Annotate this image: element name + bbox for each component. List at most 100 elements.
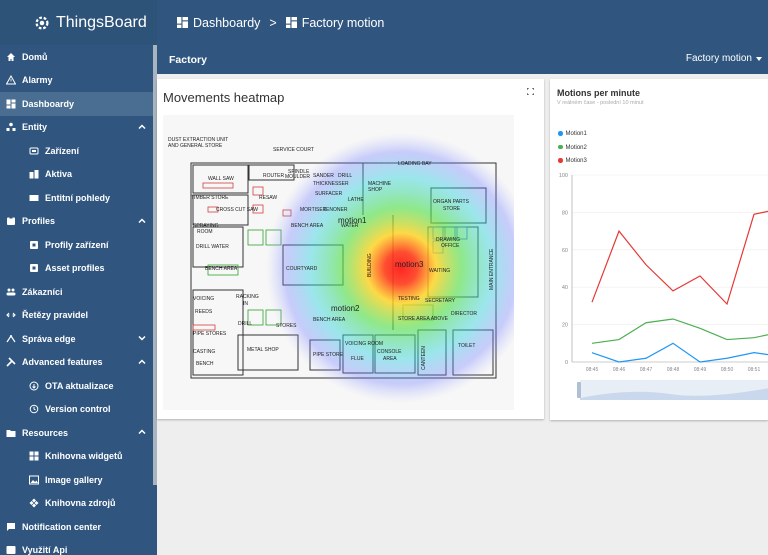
label-dust2: AND GENERAL STORE — [168, 143, 223, 149]
breadcrumb-current: Factory motion — [301, 15, 385, 30]
profiles-icon — [6, 216, 16, 226]
sidebar-item-asset-profiles[interactable]: Asset profiles — [0, 257, 157, 281]
marker-motion2[interactable]: motion2 — [331, 304, 360, 313]
sidebar-item-advanced-features[interactable]: Advanced features — [0, 351, 157, 375]
sidebar-item-aktiva[interactable]: Aktiva — [0, 163, 157, 187]
sidebar-item-vyu-it-api[interactable]: Využití Api — [0, 539, 157, 555]
sidebar-item-entity[interactable]: Entity — [0, 116, 157, 140]
label-thicknesser: THICKNESSER — [313, 181, 349, 187]
chevron-up-icon[interactable] — [137, 427, 147, 437]
heatmap-widget: Movements heatmap DUST EXTRACTION UNIT A… — [157, 79, 544, 419]
breadcrumb-separator: > — [269, 15, 277, 30]
label-metal-shop: METAL SHOP — [247, 347, 279, 353]
sidebar-item-spr-va-edge[interactable]: Správa edge — [0, 327, 157, 351]
y-tick-label: 100 — [559, 173, 568, 179]
label-office: OFFICE — [441, 243, 460, 249]
sidebar-item-knihovna-widget[interactable]: Knihovna widgetů — [0, 445, 157, 469]
marker-motion1[interactable]: motion1 — [338, 216, 367, 225]
label-pipe-store: PIPE STORE — [313, 352, 344, 358]
legend-item[interactable]: Motion3 — [558, 155, 587, 169]
asset-profile-icon — [29, 263, 39, 273]
sidebar-item-et-zy-pravidel[interactable]: Řetězy pravidel — [0, 304, 157, 328]
sidebar-item-label: Entitní pohledy — [45, 192, 110, 203]
sidebar-item-entitn-pohledy[interactable]: Entitní pohledy — [0, 186, 157, 210]
series-line-motion1 — [591, 342, 768, 363]
tools-icon — [6, 357, 16, 367]
label-store-area: STORE AREA ABOVE — [398, 316, 449, 322]
home-icon — [6, 52, 16, 62]
label-timber: TIMBER STORE — [191, 195, 229, 201]
label-voicing-room: VOICING ROOM — [345, 341, 383, 347]
sidebar-item-label: Dashboardy — [22, 98, 75, 109]
label-loading: LOADING BAY — [398, 161, 432, 167]
chevron-up-icon[interactable] — [137, 122, 147, 132]
series-line-motion3 — [591, 210, 768, 306]
sidebar-item-label: Version control — [45, 404, 111, 415]
label-console: CONSOLE — [377, 349, 402, 355]
sidebar-item-profily-za-zen[interactable]: Profily zařízení — [0, 233, 157, 257]
state-select[interactable]: Factory motion — [686, 53, 762, 64]
label-lathe: LATHE — [348, 197, 364, 203]
sidebar-item-dom[interactable]: Domů — [0, 45, 157, 69]
chevron-up-icon[interactable] — [137, 216, 147, 226]
sidebar-item-image-gallery[interactable]: Image gallery — [0, 468, 157, 492]
fullscreen-icon[interactable] — [527, 88, 534, 95]
sidebar-item-label: Resources — [22, 427, 69, 438]
floor-plan-heatmap: DUST EXTRACTION UNIT AND GENERAL STORE S… — [163, 115, 514, 410]
chart-legend: Motion1 Motion2 Motion3 — [558, 128, 587, 169]
widget-title: Movements heatmap — [163, 90, 285, 105]
chevron-up-icon[interactable] — [137, 357, 147, 367]
dashboard-icon — [285, 17, 297, 28]
resources-icon — [29, 498, 39, 508]
sidebar-item-resources[interactable]: Resources — [0, 421, 157, 445]
legend-item[interactable]: Motion2 — [558, 142, 587, 156]
label-toilet: TOILET — [458, 343, 475, 349]
label-moulder: MOULDER — [285, 174, 310, 180]
sidebar-item-label: Správa edge — [22, 333, 76, 344]
label-flue: FLUE — [351, 356, 364, 362]
dashboard-icon — [6, 99, 16, 109]
sidebar-item-label: Alarmy — [22, 75, 53, 86]
asset-icon — [29, 169, 39, 179]
sidebar-item-label: Řetězy pravidel — [22, 310, 89, 321]
sidebar-item-version-control[interactable]: Version control — [0, 398, 157, 422]
label-bench-area-2: BENCH AREA — [313, 317, 346, 323]
x-tick-label: 08:49 — [694, 367, 707, 373]
sidebar-item-za-zen[interactable]: Zařízení — [0, 139, 157, 163]
chart-title: Motions per minute — [557, 88, 640, 98]
legend-dot-icon — [558, 158, 563, 163]
breadcrumb-dashboards[interactable]: Dashboardy — [193, 16, 260, 30]
motions-chart-widget: Motions per minute V reálném čase - posl… — [550, 79, 768, 420]
thingsboard-logo-icon — [35, 15, 49, 30]
legend-item[interactable]: Motion1 — [558, 128, 587, 142]
image-icon — [29, 475, 39, 485]
sidebar-item-profiles[interactable]: Profiles — [0, 210, 157, 234]
marker-motion3[interactable]: motion3 — [395, 260, 424, 269]
label-bench-area-top: BENCH AREA — [291, 223, 324, 229]
sidebar-item-knihovna-zdroj[interactable]: Knihovna zdrojů — [0, 492, 157, 516]
label-cross-cut: CROSS CUT SAW — [216, 207, 258, 213]
entity-view-icon — [29, 193, 39, 203]
label-testing: TESTING — [398, 296, 420, 302]
sidebar-item-label: Knihovna zdrojů — [45, 498, 116, 509]
warning-icon — [6, 75, 16, 85]
logo[interactable]: ThingsBoard — [0, 0, 157, 45]
chevron-down-icon[interactable] — [137, 333, 147, 343]
state-select-value: Factory motion — [685, 53, 752, 64]
label-pipe-stores: PIPE STORES — [193, 331, 227, 337]
label-room: ROOM — [197, 229, 213, 235]
label-voicing: VOICING — [193, 296, 214, 302]
sidebar-item-notification-center[interactable]: Notification center — [0, 515, 157, 539]
sidebar-item-alarmy[interactable]: Alarmy — [0, 69, 157, 93]
sidebar-item-ota-aktualizace[interactable]: OTA aktualizace — [0, 374, 157, 398]
chart-subtitle: V reálném čase - poslední 10 minut — [557, 100, 644, 106]
sidebar-item-dashboardy[interactable]: Dashboardy — [0, 92, 157, 116]
dashboard-state-header: Factory Factory motion — [157, 45, 768, 74]
label-bench-area: BENCH AREA — [205, 266, 238, 272]
label-casting: CASTING — [193, 349, 215, 355]
sidebar-item-z-kazn-ci[interactable]: Zákazníci — [0, 280, 157, 304]
label-director: DIRECTOR — [451, 311, 477, 317]
label-organ: ORGAN PARTS — [433, 199, 470, 205]
sidebar-item-label: Advanced features — [22, 357, 103, 368]
edge-icon — [6, 334, 16, 344]
